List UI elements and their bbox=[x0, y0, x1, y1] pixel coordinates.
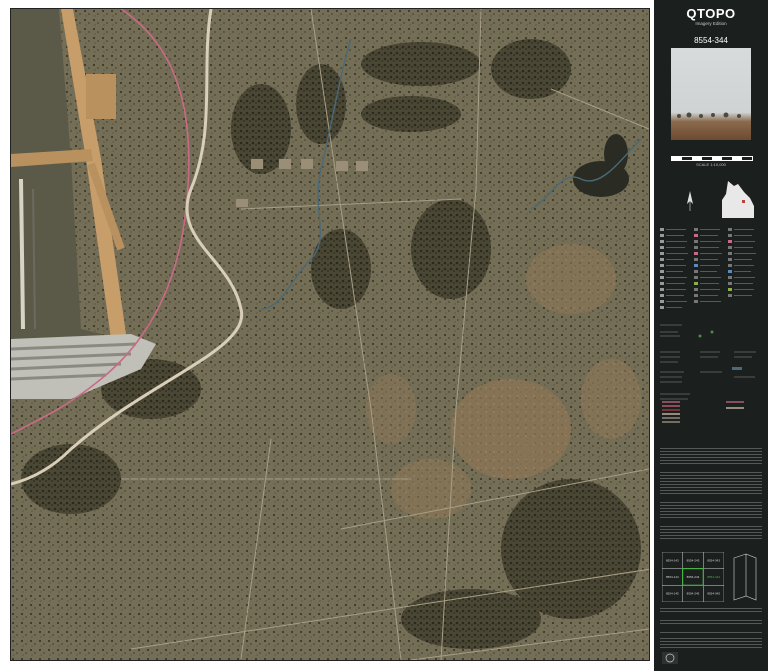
index-sheet-label: 8554-343 bbox=[707, 558, 720, 562]
index-sheet-label: 8554-344 bbox=[707, 575, 720, 579]
queensland-locator-map bbox=[722, 181, 754, 218]
cover-photo bbox=[671, 48, 751, 140]
scale-bar bbox=[671, 156, 753, 161]
index-sheet-label: 8554-345 bbox=[707, 592, 720, 596]
index-sheet-label: 8554-244 bbox=[687, 575, 700, 579]
legend-panel: QTOPO Imagery Edition 8554-344 SCALE 1:1… bbox=[654, 0, 768, 671]
index-sheet-label: 8554-245 bbox=[687, 592, 700, 596]
scale-label: SCALE 1:10,000 bbox=[696, 162, 726, 167]
legend-symbols bbox=[660, 228, 762, 318]
sheet-number: 8554-344 bbox=[694, 36, 728, 45]
topographic-map-sheet: QTOPO Imagery Edition 8554-344 SCALE 1:1… bbox=[0, 0, 768, 671]
index-sheet-label: 8554-144 bbox=[666, 575, 679, 579]
index-sheet-label: 8554-243 bbox=[687, 558, 700, 562]
index-sheet-label: 8554-143 bbox=[666, 558, 679, 562]
north-arrow-icon bbox=[687, 191, 693, 211]
imagery-layer bbox=[11, 9, 649, 660]
product-title: QTOPO bbox=[686, 6, 736, 21]
map-fold-diagram bbox=[733, 553, 757, 601]
adjoining-sheets-index: 8554-143 8554-243 8554-343 8554-144 8554-244… bbox=[662, 552, 724, 602]
aerial-imagery-map[interactable] bbox=[10, 8, 650, 661]
index-sheet-label: 8554-145 bbox=[666, 592, 679, 596]
queensland-government-logo bbox=[662, 652, 678, 664]
legend-line-symbols bbox=[660, 322, 762, 442]
edition-subtitle: Imagery Edition bbox=[695, 21, 727, 26]
